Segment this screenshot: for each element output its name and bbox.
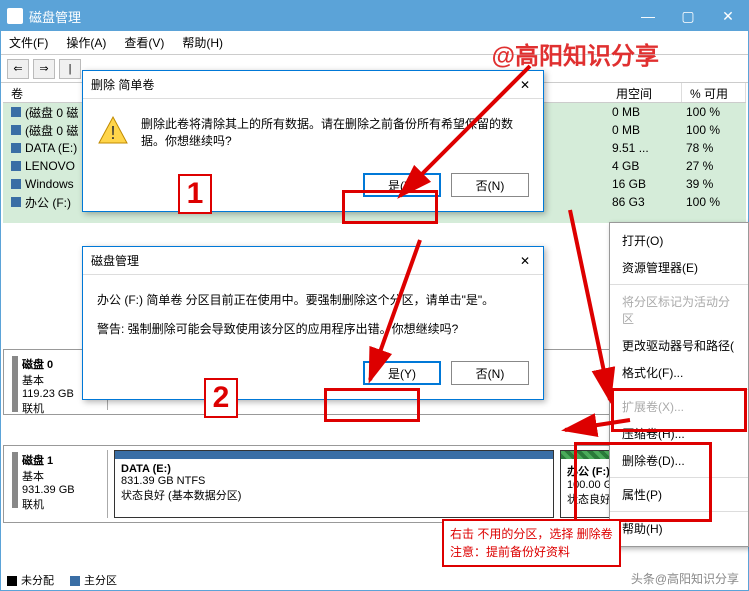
ctx-delete[interactable]: 删除卷(D)... (610, 447, 748, 474)
menu-action[interactable]: 操作(A) (66, 34, 106, 51)
ctx-format[interactable]: 格式化(F)... (610, 359, 748, 386)
disk-icon (12, 356, 18, 412)
force-delete-dialog: 磁盘管理 ✕ 办公 (F:) 简单卷 分区目前正在使用中。要强制删除这个分区，请… (82, 246, 544, 400)
volume-icon (11, 161, 21, 171)
legend: 未分配 主分区 (7, 572, 117, 588)
volume-icon (11, 197, 21, 207)
dialog-close-button[interactable]: ✕ (515, 254, 535, 268)
disk-icon (12, 452, 18, 508)
yes-button[interactable]: 是(Y) (363, 173, 441, 197)
titlebar: 磁盘管理 — ▢ ✕ (1, 1, 748, 31)
toolbar-sep: | (59, 59, 81, 79)
ctx-properties[interactable]: 属性(P) (610, 481, 748, 508)
dialog-message-2: 警告: 强制删除可能会导致使用该分区的应用程序出错。你想继续吗? (97, 320, 529, 337)
back-button[interactable]: ⇐ (7, 59, 29, 79)
close-button[interactable]: ✕ (708, 1, 748, 31)
maximize-button[interactable]: ▢ (668, 1, 708, 31)
no-button[interactable]: 否(N) (451, 173, 529, 197)
dialog-message: 删除此卷将清除其上的所有数据。请在删除之前备份所有希望保留的数据。你想继续吗? (141, 115, 529, 149)
footer-watermark: 头条@高阳知识分享 (631, 570, 739, 587)
brand-watermark: @高阳知识分享 (492, 36, 659, 71)
ctx-change-letter[interactable]: 更改驱动器号和路径( (610, 332, 748, 359)
legend-primary: 主分区 (70, 572, 117, 588)
window-title: 磁盘管理 (29, 7, 628, 26)
dialog-message-1: 办公 (F:) 简单卷 分区目前正在使用中。要强制删除这个分区，请单击"是"。 (97, 291, 529, 308)
col-pct[interactable]: % 可用 (682, 83, 746, 102)
legend-unallocated: 未分配 (7, 572, 54, 588)
disk-1-header[interactable]: 磁盘 1 基本 931.39 GB 联机 (8, 450, 108, 518)
ctx-help[interactable]: 帮助(H) (610, 515, 748, 542)
step-badge-1: 1 (178, 174, 212, 214)
volume-icon (11, 125, 21, 135)
menu-file[interactable]: 文件(F) (9, 34, 48, 51)
yes-button[interactable]: 是(Y) (363, 361, 441, 385)
dialog-close-button[interactable]: ✕ (515, 78, 535, 92)
no-button[interactable]: 否(N) (451, 361, 529, 385)
warning-icon: ! (97, 115, 129, 147)
dialog-titlebar: 磁盘管理 ✕ (83, 247, 543, 275)
menu-help[interactable]: 帮助(H) (182, 34, 223, 51)
menu-view[interactable]: 查看(V) (124, 34, 164, 51)
minimize-button[interactable]: — (628, 1, 668, 31)
annotation-note: 右击 不用的分区，选择 删除卷 注意：提前备份好资料 (442, 519, 621, 567)
step-badge-2: 2 (204, 378, 238, 418)
forward-button[interactable]: ⇒ (33, 59, 55, 79)
ctx-mark-active: 将分区标记为活动分区 (610, 288, 748, 332)
delete-volume-dialog: 删除 简单卷 ✕ ! 删除此卷将清除其上的所有数据。请在删除之前备份所有希望保留… (82, 70, 544, 212)
ctx-open[interactable]: 打开(O) (610, 227, 748, 254)
ctx-extend: 扩展卷(X)... (610, 393, 748, 420)
ctx-explorer[interactable]: 资源管理器(E) (610, 254, 748, 281)
context-menu: 打开(O) 资源管理器(E) 将分区标记为活动分区 更改驱动器号和路径( 格式化… (609, 222, 749, 547)
volume-icon (11, 143, 21, 153)
partition-data-e[interactable]: DATA (E:) 831.39 GB NTFS 状态良好 (基本数据分区) (114, 450, 554, 518)
dialog-titlebar: 删除 简单卷 ✕ (83, 71, 543, 99)
svg-text:!: ! (110, 123, 115, 143)
ctx-shrink[interactable]: 压缩卷(H)... (610, 420, 748, 447)
volume-icon (11, 107, 21, 117)
volume-icon (11, 179, 21, 189)
col-free[interactable]: 用空间 (608, 83, 682, 102)
app-icon (7, 8, 23, 24)
